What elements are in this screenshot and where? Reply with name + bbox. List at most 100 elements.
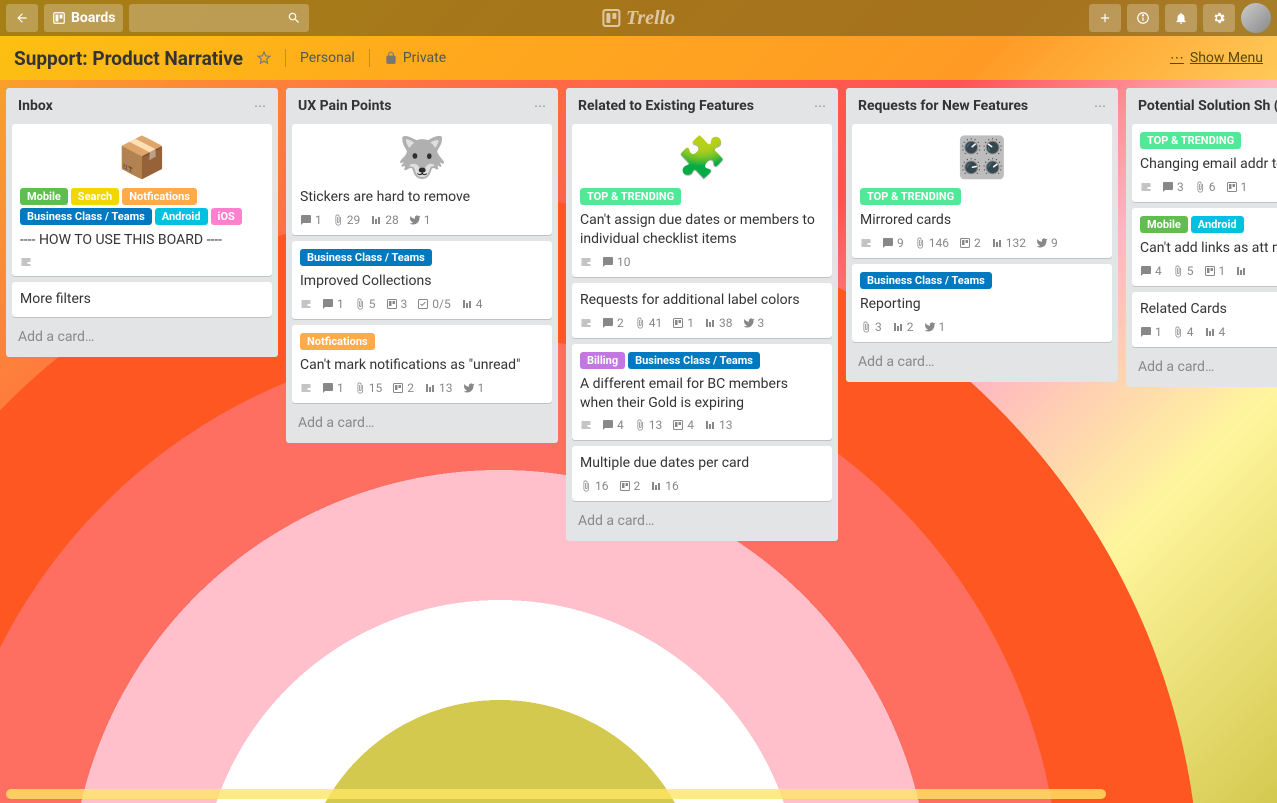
badge-comment: 3 xyxy=(1162,180,1184,194)
badge-desc xyxy=(300,298,312,310)
star-button[interactable] xyxy=(257,51,271,65)
card-labels: MobileSearchNotficationsBusiness Class /… xyxy=(20,188,264,225)
badge-attach: 13 xyxy=(634,418,663,432)
card[interactable]: TOP & TRENDING Changing email addr to use… xyxy=(1132,124,1277,202)
card[interactable]: Notfications Can't mark notifications as … xyxy=(292,325,552,403)
card-labels: TOP & TRENDING xyxy=(1140,132,1277,149)
card[interactable]: 🐺Stickers are hard to remove 1 29 28 1 xyxy=(292,124,552,235)
label: Android xyxy=(1191,216,1244,233)
card-labels: TOP & TRENDING xyxy=(860,188,1104,205)
card[interactable]: Business Class / TeamsImproved Collectio… xyxy=(292,241,552,319)
show-menu-button[interactable]: ⋯ Show Menu xyxy=(1170,50,1263,66)
card[interactable]: 🧩TOP & TRENDINGCan't assign due dates or… xyxy=(572,124,832,277)
badge-attach: 4 xyxy=(1172,325,1194,339)
badge-desc xyxy=(20,256,32,268)
badge-comment: 1 xyxy=(300,213,322,227)
badge-comment: 1 xyxy=(322,297,344,311)
card-title: Related Cards xyxy=(1140,300,1277,319)
card[interactable]: Multiple due dates per card 16 2 16 xyxy=(572,446,832,501)
horizontal-scrollbar[interactable] xyxy=(6,789,1106,799)
search-input[interactable] xyxy=(129,4,309,32)
team-visibility[interactable]: Personal xyxy=(300,50,355,66)
badge-trello: 3 xyxy=(386,297,408,311)
add-card-button[interactable]: Add a card… xyxy=(572,507,832,535)
card-title: Changing email addr to users xyxy=(1140,155,1277,174)
card-badges: 10 xyxy=(580,255,824,269)
add-card-button[interactable]: Add a card… xyxy=(1132,353,1277,381)
card-cover: 🧩 xyxy=(580,132,824,182)
badge-attach: 5 xyxy=(1172,264,1194,278)
list-title[interactable]: Related to Existing Features xyxy=(578,98,754,114)
add-card-button[interactable]: Add a card… xyxy=(292,409,552,437)
card-title: Can't mark notifications as "unread" xyxy=(300,356,544,375)
badge-vote: 2 xyxy=(892,320,914,334)
boards-button[interactable]: Boards xyxy=(44,4,123,32)
label: Billing xyxy=(580,352,625,369)
card-badges: 4 13 4 13 xyxy=(580,418,824,432)
card[interactable]: More filters xyxy=(12,282,272,317)
card-cover: 🐺 xyxy=(300,132,544,182)
badge-twitter: 3 xyxy=(743,316,765,330)
card[interactable]: 📦 MobileSearchNotficationsBusiness Class … xyxy=(12,124,272,276)
card[interactable]: Business Class / TeamsReporting 3 2 1 xyxy=(852,264,1112,342)
back-button[interactable] xyxy=(6,4,38,32)
badge-desc xyxy=(580,317,592,329)
badge-vote: 4 xyxy=(461,297,483,311)
label: Android xyxy=(155,208,208,225)
trello-logo-icon xyxy=(602,9,620,27)
search-icon xyxy=(287,11,301,25)
add-card-button[interactable]: Add a card… xyxy=(852,348,1112,376)
badge-trello: 1 xyxy=(1204,264,1226,278)
notifications-button[interactable] xyxy=(1165,4,1197,32)
card-badges: 3 6 1 xyxy=(1140,180,1277,194)
card[interactable]: MobileAndroidCan't add links as att mobi… xyxy=(1132,208,1277,286)
card-title: Multiple due dates per card xyxy=(580,454,824,473)
list: Potential Solution Sh (Monitor) ⋯TOP & T… xyxy=(1126,88,1277,387)
card[interactable]: BillingBusiness Class / TeamsA different… xyxy=(572,344,832,441)
card-cover: 📦 xyxy=(20,132,264,182)
privacy-visibility[interactable]: Private xyxy=(384,50,446,66)
list-title[interactable]: UX Pain Points xyxy=(298,98,391,114)
card-badges: 4 5 1 xyxy=(1140,264,1277,278)
label: iOS xyxy=(211,208,242,225)
list-menu-icon[interactable]: ⋯ xyxy=(534,99,546,113)
add-button[interactable] xyxy=(1089,4,1121,32)
board-canvas[interactable]: Inbox ⋯ 📦 MobileSearchNotficationsBusiness… xyxy=(0,80,1277,803)
settings-button[interactable] xyxy=(1203,4,1235,32)
badge-vote xyxy=(1235,265,1250,277)
badge-attach: 5 xyxy=(354,297,376,311)
card-labels: MobileAndroid xyxy=(1140,216,1277,233)
list-title[interactable]: Inbox xyxy=(18,98,53,114)
label: TOP & TRENDING xyxy=(580,188,681,205)
card-labels: Notfications xyxy=(300,333,544,350)
boards-label: Boards xyxy=(71,10,115,26)
badge-desc xyxy=(860,237,872,249)
list: Requests for New Features ⋯ 🎛️TOP & TREND… xyxy=(846,88,1118,382)
list-title[interactable]: Requests for New Features xyxy=(858,98,1028,114)
user-avatar[interactable] xyxy=(1241,3,1271,33)
card-title: Requests for additional label colors xyxy=(580,291,824,310)
info-button[interactable] xyxy=(1127,4,1159,32)
list-menu-icon[interactable]: ⋯ xyxy=(814,99,826,113)
badge-comment: 9 xyxy=(882,236,904,250)
list-menu-icon[interactable]: ⋯ xyxy=(254,99,266,113)
label: Business Class / Teams xyxy=(860,272,992,289)
board-title[interactable]: Support: Product Narrative xyxy=(14,47,243,70)
trello-logo[interactable]: Trello xyxy=(602,7,675,30)
badge-comment: 10 xyxy=(602,255,631,269)
card-badges: 1 5 3 0/5 4 xyxy=(300,297,544,311)
card-title: Stickers are hard to remove xyxy=(300,188,544,207)
list-title[interactable]: Potential Solution Sh (Monitor) xyxy=(1138,98,1277,114)
label: Business Class / Teams xyxy=(20,208,152,225)
badge-trello: 2 xyxy=(392,381,414,395)
add-card-button[interactable]: Add a card… xyxy=(12,323,272,351)
card[interactable]: Related Cards 1 4 4 xyxy=(1132,292,1277,347)
card[interactable]: Requests for additional label colors 2 4… xyxy=(572,283,832,338)
badge-comment: 2 xyxy=(602,316,624,330)
badge-attach: 146 xyxy=(914,236,949,250)
list-menu-icon[interactable]: ⋯ xyxy=(1094,99,1106,113)
badge-vote: 13 xyxy=(424,381,453,395)
card[interactable]: 🎛️TOP & TRENDINGMirrored cards 9 146 2 1… xyxy=(852,124,1112,258)
badge-comment: 1 xyxy=(322,381,344,395)
badge-vote: 13 xyxy=(704,418,733,432)
